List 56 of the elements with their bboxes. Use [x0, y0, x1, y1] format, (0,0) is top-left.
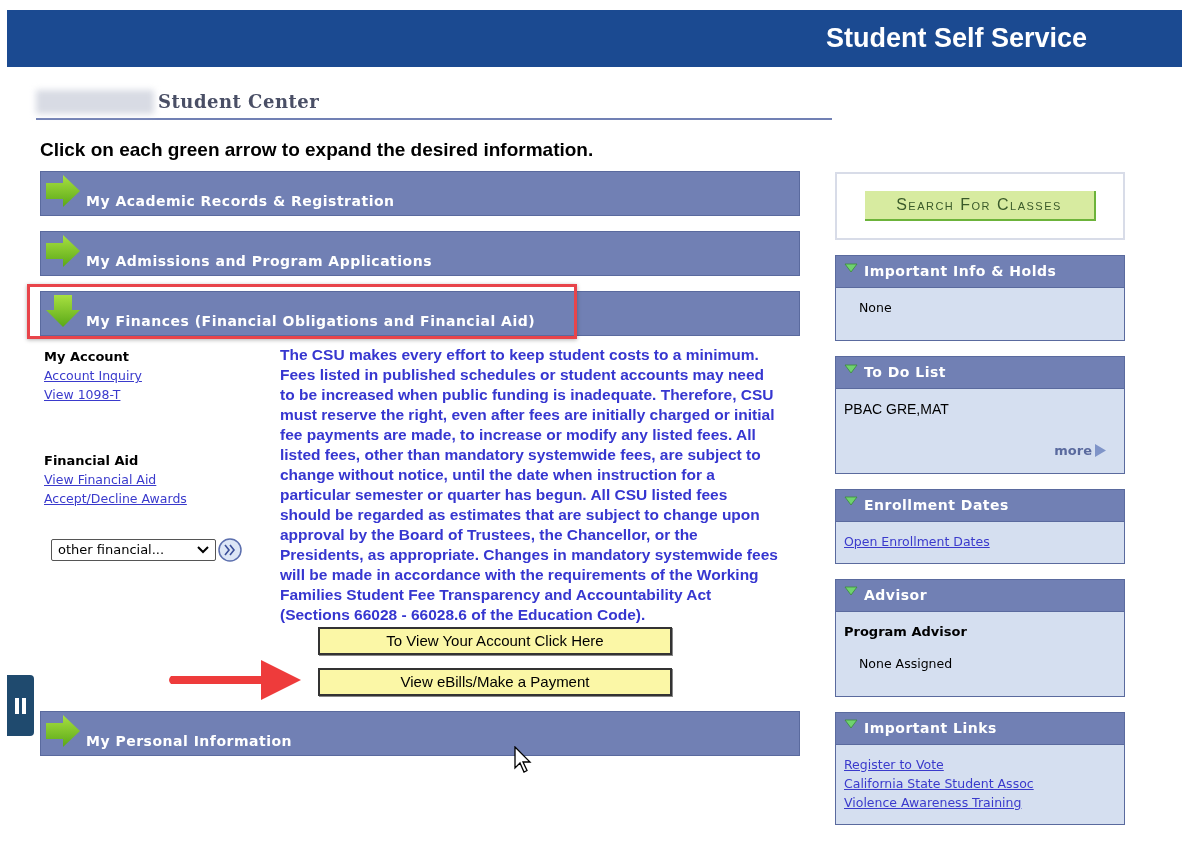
panel-text: None Assigned: [858, 654, 954, 673]
panel-header[interactable]: Enrollment Dates: [836, 489, 1124, 522]
panel-title: Advisor: [864, 585, 928, 605]
panel-link[interactable]: Open Enrollment Dates: [844, 531, 990, 551]
panel-text: None: [858, 299, 893, 317]
finance-link[interactable]: Account Inquiry: [44, 366, 142, 385]
panel-header[interactable]: To Do List: [836, 357, 1124, 389]
finance-select[interactable]: other financial...: [51, 539, 216, 561]
right-arrow-icon[interactable]: [45, 174, 81, 208]
panel-title: Important Info & Holds: [864, 262, 1057, 281]
page-title: Student Center: [158, 90, 320, 114]
go-icon[interactable]: [218, 538, 242, 562]
section-title[interactable]: My Personal Information: [86, 731, 293, 752]
header-title: Student Self Service: [826, 22, 1088, 56]
collapse-triangle-icon[interactable]: [844, 586, 858, 596]
collapse-triangle-icon[interactable]: [844, 363, 858, 374]
panel-title: Enrollment Dates: [864, 495, 1009, 515]
collapse-triangle-icon[interactable]: [844, 496, 858, 506]
pause-icon: [14, 697, 27, 714]
section-header[interactable]: My Personal Information: [40, 711, 800, 756]
panel-link[interactable]: Violence Awareness Training: [844, 792, 1022, 812]
panel-link[interactable]: Register to Vote: [844, 754, 944, 774]
search-classes-button[interactable]: Search For Classes: [864, 191, 1096, 221]
panel-subheading: Program Advisor: [844, 622, 968, 641]
section-header[interactable]: My Academic Records & Registration: [40, 171, 800, 216]
panel-title: Important Links: [864, 718, 997, 738]
side-tab[interactable]: [7, 675, 34, 736]
chevron-down-icon: [197, 546, 209, 554]
instruction-text: Click on each green arrow to expand the desired information.: [40, 138, 595, 162]
play-triangle-icon: [1095, 444, 1106, 458]
more-link[interactable]: more: [1054, 441, 1092, 461]
right-arrow-icon[interactable]: [45, 714, 81, 748]
collapse-triangle-icon[interactable]: [844, 719, 858, 729]
panel-text: PBAC GRE,MAT: [844, 400, 950, 419]
panel-title: To Do List: [864, 363, 947, 382]
right-arrow-icon[interactable]: [45, 234, 81, 268]
panel-header[interactable]: Important Links: [836, 712, 1124, 745]
panel-header[interactable]: Important Info & Holds: [836, 256, 1124, 288]
account-button[interactable]: To View Your Account Click Here: [318, 627, 672, 655]
down-arrow-icon[interactable]: [45, 294, 81, 328]
section-header[interactable]: My Finances (Financial Obligations and Financial Aid): [40, 291, 800, 336]
section-title[interactable]: My Finances (Financial Obligations and Financial Aid): [86, 311, 536, 332]
section-header[interactable]: My Admissions and Program Applications: [40, 231, 800, 276]
mouse-cursor-icon: [514, 746, 534, 774]
finance-link[interactable]: Accept/Decline Awards: [44, 489, 187, 508]
section-title[interactable]: My Academic Records & Registration: [86, 191, 395, 212]
section-title[interactable]: My Admissions and Program Applications: [86, 251, 432, 272]
account-button[interactable]: View eBills/Make a Payment: [318, 668, 672, 696]
panel-link[interactable]: California State Student Assoc: [844, 773, 1034, 793]
finance-link[interactable]: View 1098-T: [44, 385, 121, 404]
panel-header[interactable]: Advisor: [836, 579, 1124, 612]
group-heading: My Account: [44, 348, 131, 366]
finance-link[interactable]: View Financial Aid: [44, 470, 157, 489]
group-heading: Financial Aid: [44, 452, 140, 470]
collapse-triangle-icon[interactable]: [844, 262, 858, 273]
fee-notice: The CSU makes every effort to keep student costs to a minimum. Fees listed in published schedules or student accounts may need to be increased when public funding is inadequate. Therefore, CSU must reserve the right, even after fees are initially charged or initial fee payments are made, to increase or modify any listed fees. All listed fees, other than mandatory systemwide fees, are subject to change without notice, until the date when instruction for a particular semester or quarter has begun. All CSU listed fees should be regarded as estimates that are subject to change upon approval by the Board of Trustees, the Chancellor, or the Presidents, as appropriate. Changes in mandatory systemwide fees will be made in accordance with the requirements of the Working Families Student Fee Transparency and Accountability Act (Sections 66028 - 66028.6 of the Education Code).: [280, 345, 779, 625]
